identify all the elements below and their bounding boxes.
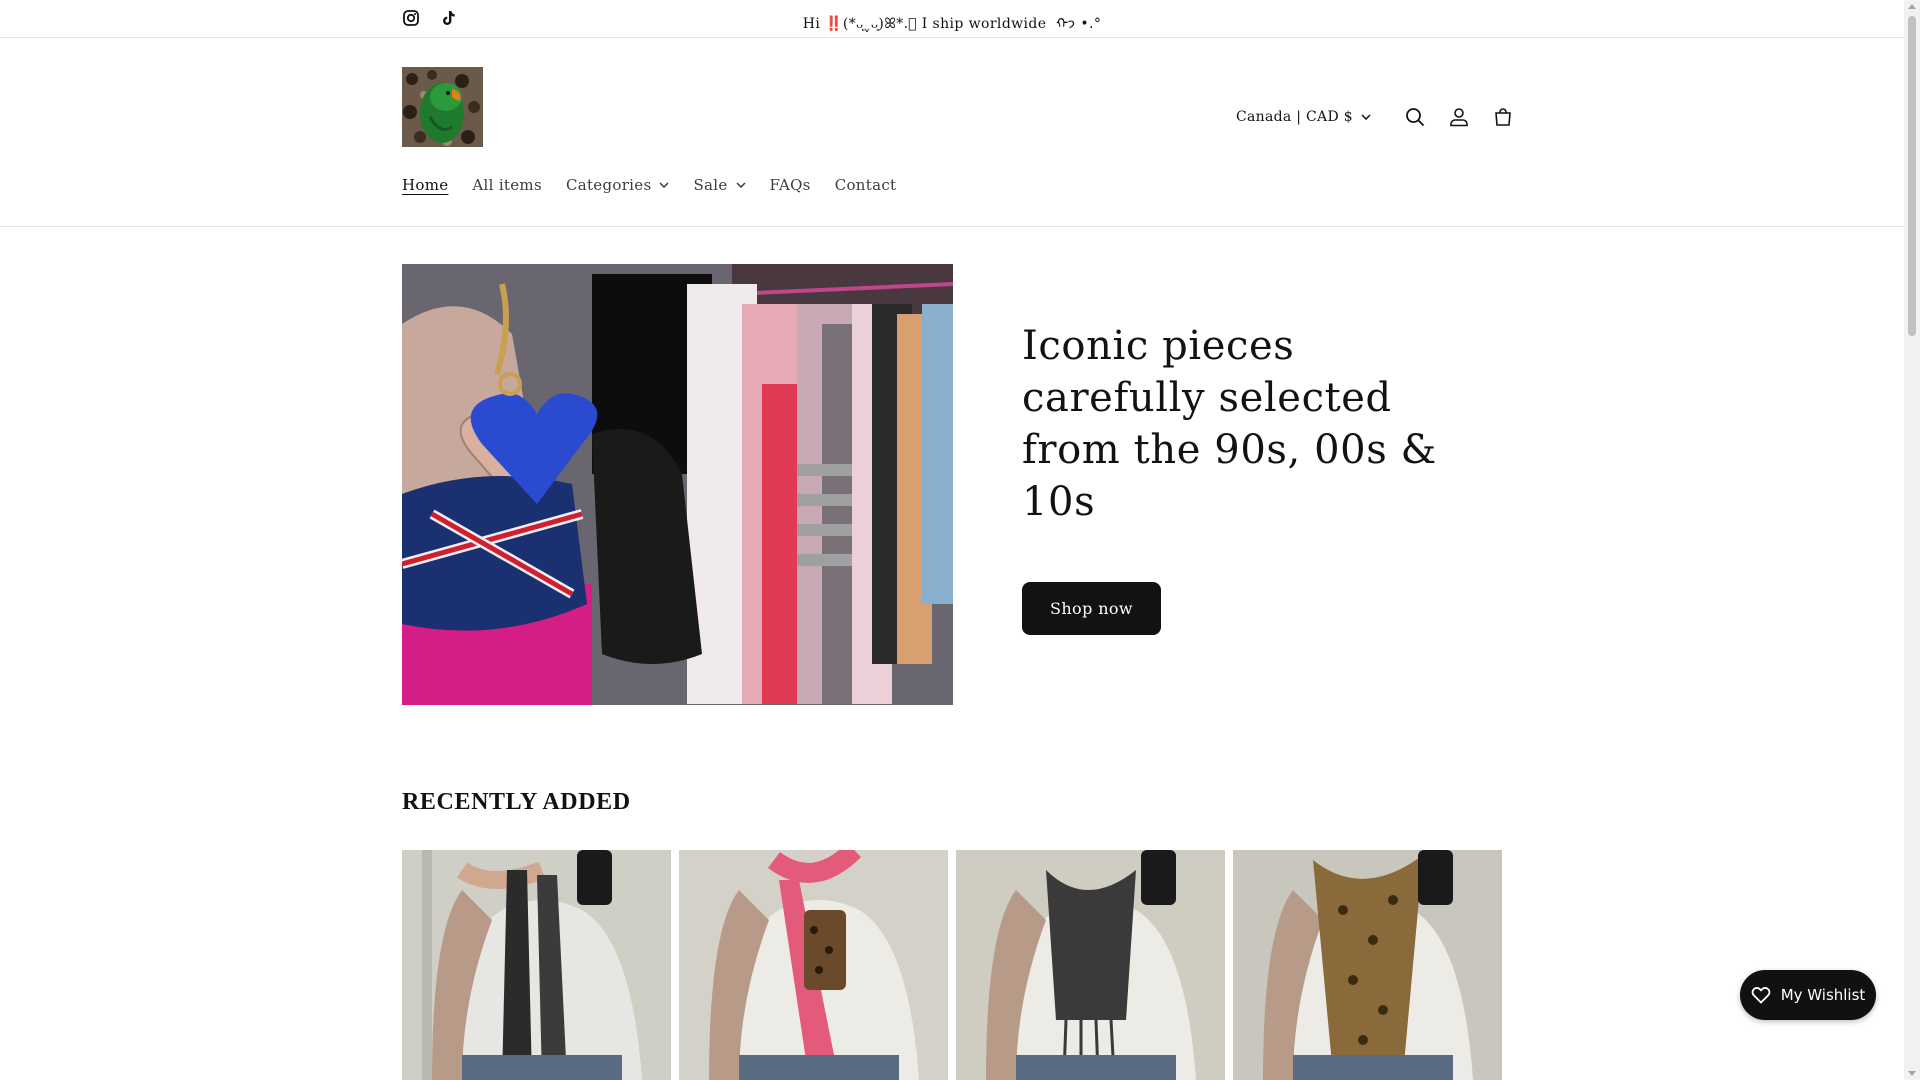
scroll-down-arrow[interactable] [1908,1071,1916,1076]
nav-item-label: Contact [834,176,897,194]
nav-item-contact[interactable]: Contact [835,176,897,194]
main-nav: Home All items Categories Sale FAQs Cont… [402,176,896,194]
nav-item-label: FAQs [769,176,811,194]
header-utility: Canada | CAD $ [1236,95,1525,139]
nav-item-label: Home [402,176,449,194]
hero-text: Iconic pieces carefully selected from th… [1022,320,1442,528]
scroll-up-arrow[interactable] [1908,4,1916,9]
country-currency-selector[interactable]: Canada | CAD $ [1236,109,1371,125]
chevron-down-icon [736,182,746,188]
cart-icon[interactable] [1481,95,1525,139]
nav-item-faqs[interactable]: FAQs [770,176,811,194]
chevron-down-icon [659,182,669,188]
country-label: Canada | CAD $ [1236,109,1353,125]
product-card[interactable] [402,850,671,1080]
search-icon[interactable] [1393,95,1437,139]
announcement-text: Hi ‼️(*ᴗ͈ˬᴗ͈)ꕤ*.゚ I ship worldwide ⁠ ᡣ𐭩 … [802,16,1102,32]
nav-item-categories[interactable]: Categories [566,176,670,194]
nav-item-sale[interactable]: Sale [693,176,746,194]
wishlist-label: My Wishlist [1780,986,1866,1004]
product-card[interactable] [679,850,948,1080]
scrollbar-thumb[interactable] [1908,16,1916,336]
nav-item-all-items[interactable]: All items [472,176,542,194]
site-header: Canada | CAD $ Home All items Categories… [0,39,1904,227]
store-logo[interactable] [402,67,483,147]
nav-item-home[interactable]: Home [402,176,448,194]
nav-item-label: All items [472,176,542,194]
wishlist-button[interactable]: My Wishlist [1740,970,1876,1020]
page-scrollbar[interactable] [1904,0,1920,1080]
recently-added-title: RECENTLY ADDED [402,789,631,815]
nav-item-label: Sale [693,176,728,194]
announcement-bar: Hi ‼️(*ᴗ͈ˬᴗ͈)ꕤ*.゚ I ship worldwide ⁠ ᡣ𐭩 … [0,0,1904,38]
heart-icon [1751,987,1771,1004]
hero-image [402,264,953,705]
hero-title: Iconic pieces carefully selected from th… [1022,323,1437,525]
product-card[interactable] [956,850,1225,1080]
product-card[interactable] [1233,850,1502,1080]
account-icon[interactable] [1437,95,1481,139]
shop-now-button[interactable]: Shop now [1022,582,1161,635]
nav-item-label: Categories [565,176,652,194]
chevron-down-icon [1361,114,1371,120]
